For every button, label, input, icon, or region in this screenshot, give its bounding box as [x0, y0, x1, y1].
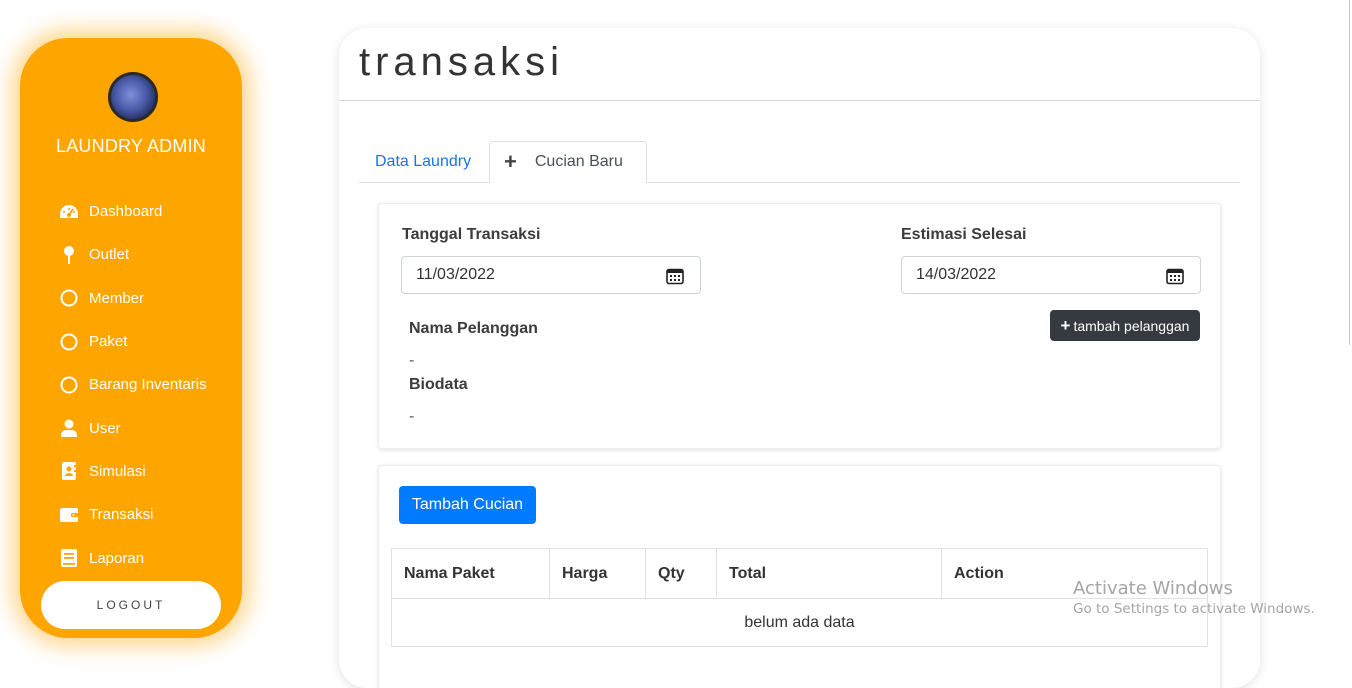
watermark-subtitle: Go to Settings to activate Windows. — [1073, 601, 1315, 617]
date-value: 11/03/2022 — [416, 266, 495, 283]
sidebar-item-user[interactable]: User — [58, 406, 207, 449]
page-title: transaksi — [359, 40, 565, 84]
sidebar-item-label: Simulasi — [89, 462, 146, 480]
circle-icon — [58, 332, 80, 352]
circle-icon — [58, 375, 80, 395]
estimasi-selesai-label: Estimasi Selesai — [901, 226, 1027, 243]
wallet-icon — [58, 505, 80, 525]
sidebar-item-dashboard[interactable]: Dashboard — [58, 190, 207, 233]
sidebar-item-paket[interactable]: Paket — [58, 320, 207, 363]
sidebar-item-label: Outlet — [89, 246, 130, 264]
sidebar: LAUNDRY ADMIN Dashboard Outlet Member Pa… — [20, 38, 242, 638]
column-header-qty: Qty — [645, 548, 717, 599]
watermark-title: Activate Windows — [1073, 578, 1233, 599]
tab-cucian-baru[interactable]: + Cucian Baru — [489, 141, 647, 183]
cucian-panel: Tambah Cucian Nama Paket Harga Qty Total… — [378, 465, 1221, 688]
nama-pelanggan-value: - — [409, 352, 415, 369]
sidebar-item-member[interactable]: Member — [58, 277, 207, 320]
biodata-value: - — [409, 408, 415, 425]
biodata-label: Biodata — [409, 376, 468, 393]
sidebar-item-label: Barang Inventaris — [89, 376, 207, 394]
book-icon — [58, 548, 80, 568]
sidebar-item-label: Member — [89, 289, 145, 307]
sidebar-item-laporan[interactable]: Laporan — [58, 536, 207, 579]
map-pin-icon — [58, 245, 80, 265]
tanggal-transaksi-label: Tanggal Transaksi — [402, 226, 541, 243]
contact-book-icon — [58, 461, 80, 481]
tambah-pelanggan-button[interactable]: + tambah pelanggan — [1050, 310, 1200, 341]
logout-button[interactable]: LOGOUT — [41, 581, 221, 629]
date-value: 14/03/2022 — [916, 266, 997, 283]
tanggal-transaksi-input[interactable]: 11/03/2022 — [401, 256, 701, 294]
transaction-form-panel: Tanggal Transaksi 11/03/2022 Estimasi Se… — [378, 203, 1221, 449]
tab-bar: Data Laundry + Cucian Baru — [359, 141, 1240, 183]
windows-activation-watermark: Activate Windows Go to Settings to activ… — [1073, 578, 1315, 617]
estimasi-selesai-input[interactable]: 14/03/2022 — [901, 256, 1201, 294]
user-icon — [58, 418, 80, 438]
sidebar-item-outlet[interactable]: Outlet — [58, 233, 207, 276]
nama-pelanggan-label: Nama Pelanggan — [409, 320, 538, 337]
divider — [339, 100, 1260, 101]
sidebar-item-simulasi[interactable]: Simulasi — [58, 450, 207, 493]
sidebar-nav: Dashboard Outlet Member Paket Barang Inv… — [58, 190, 207, 580]
sidebar-item-label: Paket — [89, 333, 128, 351]
circle-icon — [58, 288, 80, 308]
plus-icon: + — [1060, 315, 1071, 335]
scrollbar[interactable] — [1349, 0, 1350, 345]
avatar — [108, 72, 158, 122]
column-header-harga: Harga — [549, 548, 646, 599]
tambah-cucian-button[interactable]: Tambah Cucian — [399, 486, 536, 524]
sidebar-item-label: Transaksi — [89, 506, 154, 524]
sidebar-item-label: Dashboard — [89, 203, 163, 221]
tab-label: Cucian Baru — [534, 153, 623, 170]
sidebar-item-label: Laporan — [89, 549, 145, 567]
calendar-icon[interactable] — [1166, 267, 1184, 285]
column-header-total: Total — [716, 548, 942, 599]
column-header-nama-paket: Nama Paket — [391, 548, 550, 599]
sidebar-brand: LAUNDRY ADMIN — [56, 136, 206, 156]
plus-icon: + — [504, 149, 517, 174]
tab-data-laundry[interactable]: Data Laundry — [359, 141, 487, 183]
sidebar-item-label: User — [89, 419, 121, 437]
button-label: tambah pelanggan — [1073, 317, 1190, 334]
dashboard-icon — [58, 202, 80, 222]
sidebar-item-barang-inventaris[interactable]: Barang Inventaris — [58, 363, 207, 406]
sidebar-item-transaksi[interactable]: Transaksi — [58, 493, 207, 536]
calendar-icon[interactable] — [666, 267, 684, 285]
